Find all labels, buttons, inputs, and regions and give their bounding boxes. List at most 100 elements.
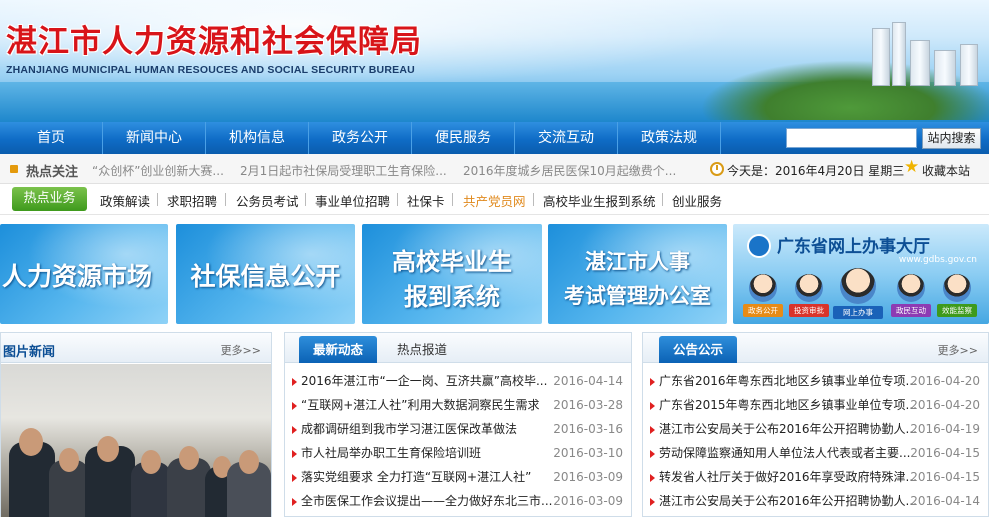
service-label: 效能监察 xyxy=(937,304,977,317)
list-item[interactable]: 广东省2015年粤东西北地区乡镇事业单位专项... 2016-04-20 xyxy=(643,393,988,417)
notice-title[interactable]: 湛江市公安局关于公布2016年公开招聘协勤人... xyxy=(659,417,917,441)
nav-item-services[interactable]: 便民服务 xyxy=(412,122,515,154)
list-item[interactable]: 成都调研组到我市学习湛江医保改革做法 2016-03-16 xyxy=(285,417,631,441)
news-title[interactable]: 市人社局举办职工生育保险培训班 xyxy=(301,441,563,465)
subnav-item-policy-reading[interactable]: 政策解读 xyxy=(100,191,150,210)
notice-title[interactable]: 广东省2016年粤东西北地区乡镇事业单位专项... xyxy=(659,369,917,393)
banner-exam-office[interactable]: 湛江市人事 考试管理办公室 xyxy=(548,224,727,324)
subnav-item-social-security-card[interactable]: 社保卡 xyxy=(407,191,445,210)
list-item[interactable]: 广东省2016年粤东西北地区乡镇事业单位专项... 2016-04-20 xyxy=(643,369,988,393)
photo-figure xyxy=(179,446,199,470)
news-date: 2016-03-28 xyxy=(553,398,623,412)
bullet-icon xyxy=(10,165,18,173)
subnav-item-job-recruitment[interactable]: 求职招聘 xyxy=(167,191,217,210)
arrow-icon xyxy=(650,450,655,458)
notice-title[interactable]: 湛江市公安局关于公布2016年公开招聘协勤人... xyxy=(659,489,917,513)
list-item[interactable]: 湛江市公安局关于公布2016年公开招聘协勤人... 2016-04-14 xyxy=(643,489,988,513)
tab-hot-reports[interactable]: 热点报道 xyxy=(383,336,461,363)
tab-latest-news[interactable]: 最新动态 xyxy=(299,336,378,363)
news-date: 2016-03-10 xyxy=(553,446,623,460)
hot-focus-item[interactable]: 2016年度城乡居民医保10月起缴费个... xyxy=(463,162,676,179)
arrow-icon xyxy=(292,402,297,410)
building xyxy=(872,28,890,86)
photo-figure xyxy=(141,450,161,474)
bookmark-link[interactable]: 收藏本站 xyxy=(922,162,970,179)
list-item[interactable]: 全市医保工作会议提出——全力做好东北三市... 2016-03-09 xyxy=(285,489,631,513)
hot-focus-item[interactable]: 2月1日起市社保局受理职工生育保险... xyxy=(240,162,447,179)
news-date: 2016-03-16 xyxy=(553,422,623,436)
news-title[interactable]: “互联网+湛江人社”利用大数据洞察民生需求 xyxy=(301,393,563,417)
list-item[interactable]: 2016年湛江市“一企一岗、互济共赢”高校毕... 2016-04-14 xyxy=(285,369,631,393)
list-item[interactable]: 湛江市公安局关于公布2016年公开招聘协勤人... 2016-04-19 xyxy=(643,417,988,441)
panel-header: 图片新闻 更多>> xyxy=(1,333,271,363)
service-label: 投资审批 xyxy=(789,304,829,317)
notice-date: 2016-04-15 xyxy=(910,446,980,460)
hot-business-button[interactable]: 热点业务 xyxy=(12,187,87,211)
banner-graduate-registration[interactable]: 高校毕业生 报到系统 xyxy=(362,224,542,324)
list-item[interactable]: 转发省人社厅关于做好2016年享受政府特殊津... 2016-04-15 xyxy=(643,465,988,489)
service-label: 政民互动 xyxy=(891,304,931,317)
nav-item-organization[interactable]: 机构信息 xyxy=(206,122,309,154)
service-public-interaction[interactable]: 政民互动 xyxy=(891,274,931,317)
news-photo[interactable] xyxy=(1,364,271,517)
banner-label-line2: 考试管理办公室 xyxy=(564,284,711,308)
service-government-affairs[interactable]: 政务公开 xyxy=(743,274,783,317)
person-icon xyxy=(749,274,777,302)
notice-title[interactable]: 广东省2015年粤东西北地区乡镇事业单位专项... xyxy=(659,393,917,417)
building xyxy=(910,40,930,86)
banner-social-security-info[interactable]: 社保信息公开 xyxy=(176,224,355,324)
banner-label: 广东省网上办事大厅 xyxy=(777,237,930,257)
building xyxy=(934,50,956,86)
nav-item-policies[interactable]: 政策法规 xyxy=(618,122,721,154)
service-efficiency-supervision[interactable]: 效能监察 xyxy=(937,274,977,317)
subnav-item-graduate-registration[interactable]: 高校毕业生报到系统 xyxy=(543,191,656,210)
latest-news-panel: 最新动态 热点报道 2016年湛江市“一企一岗、互济共赢”高校毕... 2016-… xyxy=(284,332,632,517)
banner-url: www.gdbs.gov.cn xyxy=(898,255,977,265)
search-input[interactable] xyxy=(786,128,917,148)
guangdong-logo-icon xyxy=(747,234,771,258)
nav-item-government-affairs[interactable]: 政务公开 xyxy=(309,122,412,154)
building xyxy=(960,44,978,86)
hot-focus-bar: 热点关注 “众创杯”创业创新大赛... 2月1日起市社保局受理职工生育保险...… xyxy=(0,154,989,184)
subnav-item-party-member-site[interactable]: 共产党员网 xyxy=(463,191,526,210)
site-header: 湛江市人力资源和社会保障局 ZHANJIANG MUNICIPAL HUMAN … xyxy=(0,0,989,122)
news-title[interactable]: 落实党组要求 全力打造“互联网+湛江人社” xyxy=(301,465,563,489)
building xyxy=(892,22,906,86)
tab-notices[interactable]: 公告公示 xyxy=(659,336,738,363)
person-icon xyxy=(943,274,971,302)
news-date: 2016-04-14 xyxy=(553,374,623,388)
list-item[interactable]: 落实党组要求 全力打造“互联网+湛江人社” 2016-03-09 xyxy=(285,465,631,489)
nav-item-home[interactable]: 首页 xyxy=(0,122,103,154)
notice-title[interactable]: 劳动保障监察通知用人单位法人代表或者主要... xyxy=(659,441,917,465)
service-investment-approval[interactable]: 投资审批 xyxy=(789,274,829,317)
list-item[interactable]: 市人社局举办职工生育保险培训班 2016-03-10 xyxy=(285,441,631,465)
list-item[interactable]: “互联网+湛江人社”利用大数据洞察民生需求 2016-03-28 xyxy=(285,393,631,417)
more-link[interactable]: 更多>> xyxy=(221,342,261,358)
news-title[interactable]: 2016年湛江市“一企一岗、互济共赢”高校毕... xyxy=(301,369,563,393)
search-button[interactable]: 站内搜索 xyxy=(922,128,981,149)
service-online-affairs[interactable]: 网上办事 xyxy=(833,268,883,319)
nav-item-interaction[interactable]: 交流互动 xyxy=(515,122,618,154)
banner-online-service-hall[interactable]: 广东省网上办事大厅 www.gdbs.gov.cn 政务公开 投资审批 网上办事… xyxy=(733,224,989,324)
hot-focus-item[interactable]: “众创杯”创业创新大赛... xyxy=(92,162,224,179)
notice-date: 2016-04-14 xyxy=(910,494,980,508)
news-title[interactable]: 成都调研组到我市学习湛江医保改革做法 xyxy=(301,417,563,441)
banner-label: 人力资源市场 xyxy=(2,262,153,291)
arrow-icon xyxy=(650,498,655,506)
notices-panel: 公告公示 更多>> 广东省2016年粤东西北地区乡镇事业单位专项... 2016-… xyxy=(642,332,989,517)
arrow-icon xyxy=(292,450,297,458)
banner-label-line2: 报到系统 xyxy=(404,283,500,311)
arrow-icon xyxy=(650,426,655,434)
nav-item-news[interactable]: 新闻中心 xyxy=(103,122,206,154)
hot-focus-label: 热点关注 xyxy=(26,165,79,180)
notice-date: 2016-04-20 xyxy=(910,398,980,412)
subnav-item-civil-service-exam[interactable]: 公务员考试 xyxy=(236,191,299,210)
subnav-item-public-institution-recruitment[interactable]: 事业单位招聘 xyxy=(315,191,390,210)
news-title[interactable]: 全市医保工作会议提出——全力做好东北三市... xyxy=(301,489,563,513)
subnav-item-entrepreneurship-service[interactable]: 创业服务 xyxy=(672,191,722,210)
more-link[interactable]: 更多>> xyxy=(938,342,978,358)
notice-title[interactable]: 转发省人社厅关于做好2016年享受政府特殊津... xyxy=(659,465,917,489)
list-item[interactable]: 劳动保障监察通知用人单位法人代表或者主要... 2016-04-15 xyxy=(643,441,988,465)
notice-date: 2016-04-15 xyxy=(910,470,980,484)
banner-hr-market[interactable]: 人力资源市场 xyxy=(0,224,168,324)
